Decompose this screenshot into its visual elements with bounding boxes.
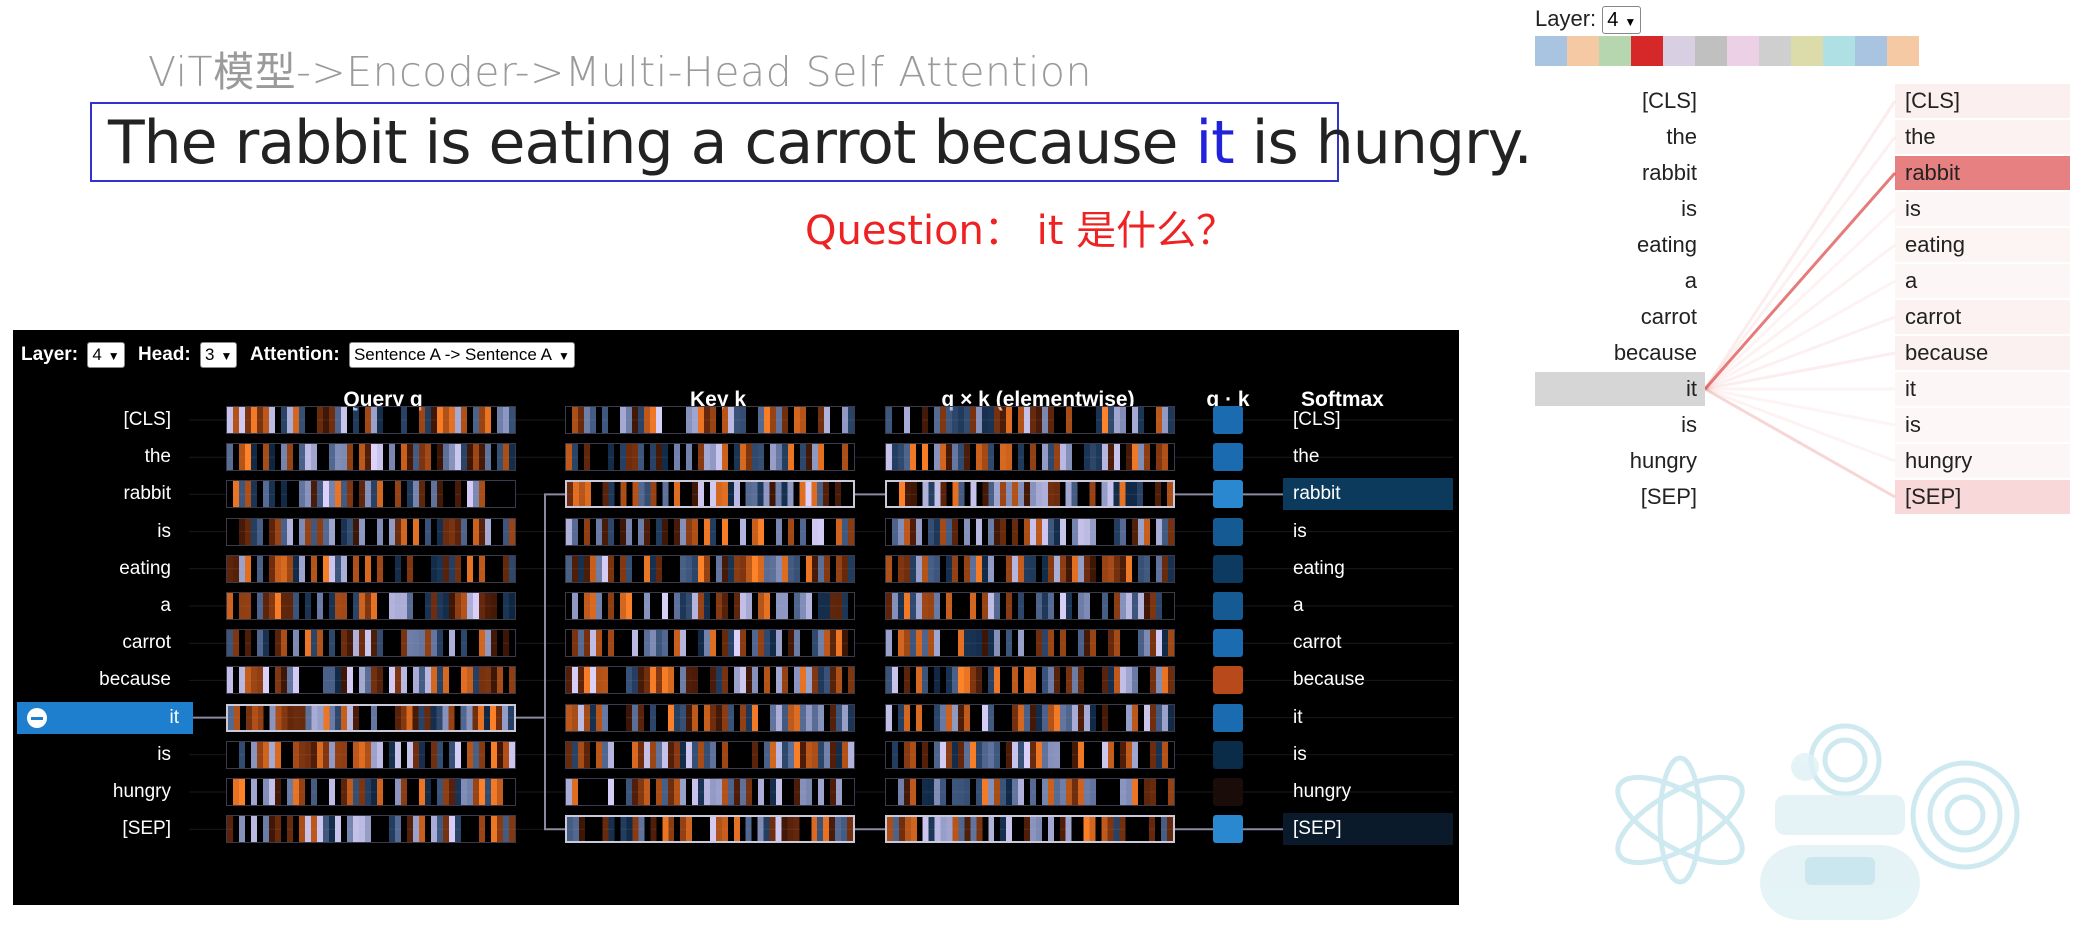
right-right-token-4[interactable]: eating xyxy=(1895,228,2070,262)
token-label: carrot xyxy=(1905,304,1962,329)
right-left-token-10[interactable]: hungry xyxy=(1535,444,1705,478)
token-label: the xyxy=(1666,124,1697,149)
right-left-token-5[interactable]: a xyxy=(1535,264,1705,298)
token-label: rabbit xyxy=(1905,160,1961,185)
attention-line-0 xyxy=(1703,100,1897,390)
token-label: the xyxy=(1905,124,1936,149)
token-label: carrot xyxy=(1640,304,1697,329)
right-right-token-5[interactable]: a xyxy=(1895,264,2070,298)
token-label: a xyxy=(1684,268,1697,293)
token-label: hungry xyxy=(1905,448,1973,473)
attention-line-1 xyxy=(1703,136,1897,390)
attention-line-9 xyxy=(1704,387,1896,427)
attention-line-11 xyxy=(1704,387,1896,499)
right-left-token-7[interactable]: because xyxy=(1535,336,1705,370)
token-label: because xyxy=(1905,340,1989,365)
token-label: it xyxy=(1686,376,1697,401)
token-label: a xyxy=(1905,268,1918,293)
right-left-token-9[interactable]: is xyxy=(1535,408,1705,442)
token-label: rabbit xyxy=(1641,160,1697,185)
token-label: is xyxy=(1681,412,1697,437)
right-left-token-6[interactable]: carrot xyxy=(1535,300,1705,334)
attention-line-3 xyxy=(1703,207,1897,391)
right-right-token-11[interactable]: [SEP] xyxy=(1895,480,2070,514)
token-label: because xyxy=(1613,340,1697,365)
token-label: is xyxy=(1681,196,1697,221)
robot-watermark xyxy=(1615,723,2020,920)
attention-line-2 xyxy=(1703,172,1897,390)
right-right-token-9[interactable]: is xyxy=(1895,408,2070,442)
right-right-token-3[interactable]: is xyxy=(1895,192,2070,226)
token-label: [CLS] xyxy=(1641,88,1697,113)
right-left-token-0[interactable]: [CLS] xyxy=(1535,84,1705,118)
right-left-token-1[interactable]: the xyxy=(1535,120,1705,154)
right-left-token-3[interactable]: is xyxy=(1535,192,1705,226)
right-right-token-0[interactable]: [CLS] xyxy=(1895,84,2070,118)
right-left-token-2[interactable]: rabbit xyxy=(1535,156,1705,190)
right-right-token-6[interactable]: carrot xyxy=(1895,300,2070,334)
right-left-token-4[interactable]: eating xyxy=(1535,228,1705,262)
token-label: [CLS] xyxy=(1905,88,1961,113)
token-label: [SEP] xyxy=(1905,484,1962,509)
token-label: hungry xyxy=(1629,448,1697,473)
attention-line-4 xyxy=(1704,243,1896,391)
right-left-token-11[interactable]: [SEP] xyxy=(1535,480,1705,514)
right-right-token-7[interactable]: because xyxy=(1895,336,2070,370)
right-right-token-10[interactable]: hungry xyxy=(1895,444,2070,478)
token-label: is xyxy=(1905,412,1921,437)
token-label: it xyxy=(1905,376,1916,401)
attention-line-10 xyxy=(1704,387,1896,463)
token-label: [SEP] xyxy=(1640,484,1697,509)
right-left-token-8[interactable]: it xyxy=(1535,372,1705,406)
right-right-token-8[interactable]: it xyxy=(1895,372,2070,406)
token-label: is xyxy=(1905,196,1921,221)
right-right-token-1[interactable]: the xyxy=(1895,120,2070,154)
right-right-token-2[interactable]: rabbit xyxy=(1895,156,2070,190)
token-label: eating xyxy=(1637,232,1697,257)
token-label: eating xyxy=(1905,232,1965,257)
